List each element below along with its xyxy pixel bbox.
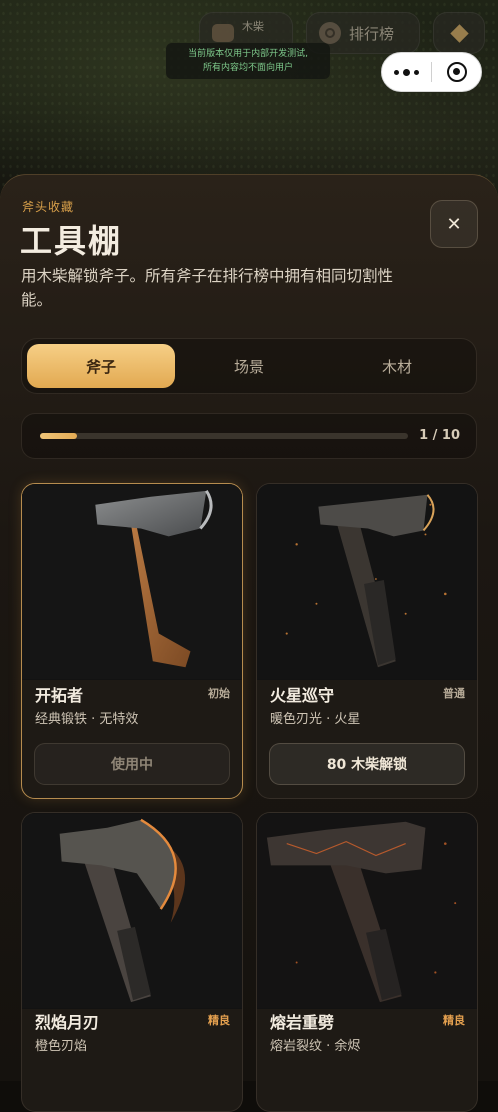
notice-line-2: 所有内容均不面向用户 [202,63,293,73]
axe-name: 熔岩重劈 [270,1013,335,1032]
axe-name: 烈焰月刃 [35,1013,100,1032]
wood-label: 木柴 [242,20,264,33]
collection-progress: 1 / 10 [21,413,477,459]
close-icon: ✕ [446,213,462,235]
axe-subtitle: 橙色刃焰 [35,1039,88,1054]
diamond-button[interactable] [433,12,485,54]
axe-card-spark-warden[interactable]: 火星巡守 普通 暖色刃光 · 火星 80 木柴解锁 [256,483,478,799]
page-description: 用木柴解锁斧子。所有斧子在排行榜中拥有相同切割性能。 [21,267,394,309]
miniprogram-close-icon [446,62,467,82]
more-dots-icon[interactable] [382,68,431,76]
tab-scenes[interactable]: 场景 [175,344,323,388]
unlock-button[interactable]: 80 木柴解锁 [269,743,465,785]
axe-subtitle: 熔岩裂纹 · 余烬 [270,1039,361,1054]
axe-card-lava-cleaver[interactable]: 熔岩重劈 精良 熔岩裂纹 · 余烬 [256,812,478,1112]
axe-name: 火星巡守 [270,686,335,705]
axe-artwork-pioneer [22,484,242,680]
rarity-badge: 初始 [208,687,230,700]
in-use-button[interactable]: 使用中 [34,743,230,785]
page-title: 工具棚 [20,222,123,260]
axe-subtitle: 经典锻铁 · 无特效 [35,712,139,727]
leaderboard-label: 排行榜 [349,24,395,43]
medal-icon [319,22,341,44]
axe-name: 开拓者 [35,686,84,705]
axe-card-flame-crescent[interactable]: 烈焰月刃 精良 橙色刃焰 [21,812,243,1112]
category-tabs: 斧子 场景 木材 [21,338,477,394]
dev-notice-banner: 当前版本仅用于内部开发测试, 所有内容均不面向用户 [166,43,330,79]
progress-fill [40,433,77,439]
axe-artwork-lava-cleaver [257,813,477,1009]
axe-card-pioneer[interactable]: 开拓者 初始 经典锻铁 · 无特效 使用中 [21,483,243,799]
progress-track [40,433,408,439]
diamond-icon [449,23,469,43]
tab-woods[interactable]: 木材 [323,344,471,388]
section-eyebrow: 斧头收藏 [22,200,75,214]
miniprogram-capsule [381,52,482,92]
close-button[interactable]: ✕ [430,200,478,248]
rarity-badge: 普通 [443,687,465,700]
axe-subtitle: 暖色刃光 · 火星 [270,712,361,727]
notice-line-1: 当前版本仅用于内部开发测试, [188,49,308,59]
tab-axes[interactable]: 斧子 [27,344,175,388]
axe-artwork-flame-crescent [22,813,242,1009]
progress-text: 1 / 10 [419,428,460,443]
axe-artwork-spark-warden [257,484,477,680]
rarity-badge: 精良 [443,1014,465,1027]
log-icon [212,24,234,42]
rarity-badge: 精良 [208,1014,230,1027]
miniprogram-close-button[interactable] [432,62,481,82]
